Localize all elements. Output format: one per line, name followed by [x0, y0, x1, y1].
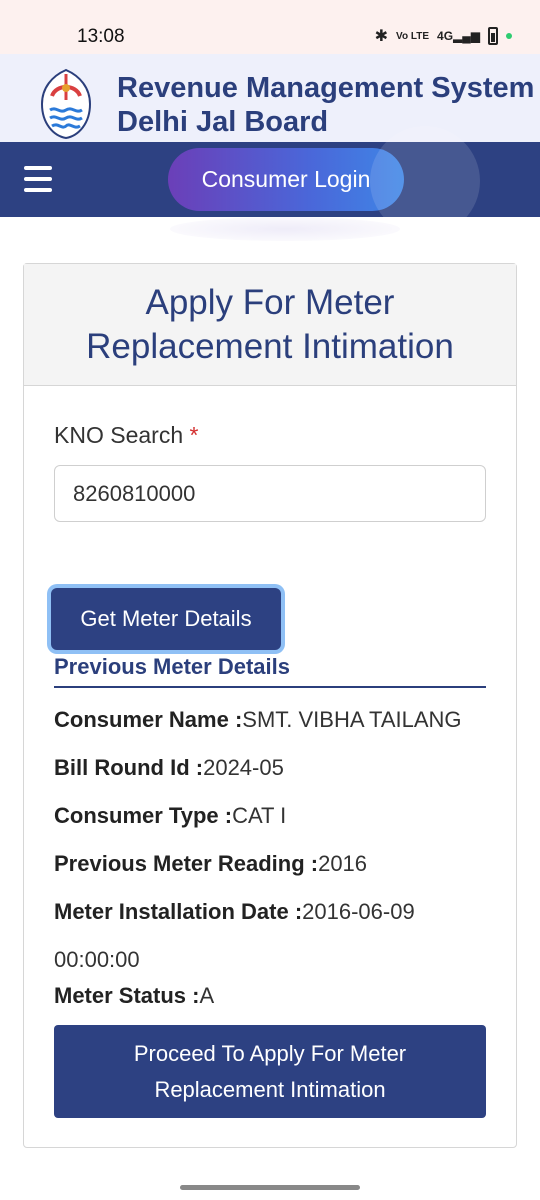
installation-date-row: Meter Installation Date :2016-06-09: [54, 899, 415, 925]
battery-icon: [488, 27, 498, 45]
installation-date-label: Meter Installation Date :: [54, 899, 303, 924]
bill-round-row: Bill Round Id :2024-05: [54, 755, 284, 781]
meter-status-label: Meter Status :: [54, 983, 200, 1008]
previous-reading-row: Previous Meter Reading :2016: [54, 851, 367, 877]
navbar: Consumer Login: [0, 126, 540, 236]
consumer-type-label: Consumer Type :: [54, 803, 233, 828]
ripple-highlight: [370, 126, 480, 236]
hamburger-menu-icon[interactable]: [24, 166, 52, 192]
meter-status-value: A: [199, 983, 215, 1008]
button-shadow: [170, 217, 400, 241]
network-type: 4G: [437, 29, 454, 43]
previous-meter-details-heading: Previous Meter Details: [54, 654, 486, 688]
bill-round-value: 2024-05: [203, 755, 284, 780]
status-icons: ✱ Vo LTE 4G▂▄▆: [375, 26, 512, 46]
home-indicator[interactable]: [180, 1185, 360, 1190]
meter-replacement-card: Apply For Meter Replacement Intimation K…: [23, 263, 517, 1148]
page-title-line2: Replacement Intimation: [86, 326, 454, 366]
status-bar: 13:08 ✱ Vo LTE 4G▂▄▆: [0, 0, 540, 54]
delhi-jal-board-logo: [40, 68, 92, 140]
bill-round-label: Bill Round Id :: [54, 755, 204, 780]
consumer-name-label: Consumer Name :: [54, 707, 243, 732]
proceed-line1: Proceed To Apply For Meter: [133, 1040, 407, 1066]
privacy-dot-icon: [506, 33, 512, 39]
previous-reading-label: Previous Meter Reading :: [54, 851, 319, 876]
previous-reading-value: 2016: [318, 851, 368, 876]
installation-time-value: 00:00:00: [54, 947, 140, 972]
kno-search-label: KNO Search *: [54, 422, 198, 449]
signal-icon: 4G▂▄▆: [437, 29, 480, 43]
kno-search-input[interactable]: 8260810000: [54, 465, 486, 522]
page-title-line1: Apply For Meter: [145, 282, 395, 322]
installation-date-value: 2016-06-09: [302, 899, 415, 924]
consumer-name-value: SMT. VIBHA TAILANG: [242, 707, 462, 732]
app-subtitle: Delhi Jal Board: [117, 106, 329, 138]
consumer-type-value: CAT I: [232, 803, 287, 828]
consumer-type-row: Consumer Type :CAT I: [54, 803, 286, 829]
consumer-login-button[interactable]: Consumer Login: [168, 148, 404, 211]
brand-header: Revenue Management System Delhi Jal Boar…: [0, 54, 540, 142]
page-title: Apply For Meter Replacement Intimation: [86, 281, 454, 369]
status-time: 13:08: [77, 26, 125, 47]
kno-label-text: KNO Search: [54, 422, 184, 448]
bluetooth-icon: ✱: [374, 28, 389, 45]
required-mark: *: [189, 422, 199, 448]
app-title: Revenue Management System: [117, 72, 535, 104]
card-header: Apply For Meter Replacement Intimation: [24, 264, 516, 386]
volte-icon: Vo LTE: [396, 30, 430, 42]
proceed-apply-button[interactable]: Proceed To Apply For Meter Replacement I…: [54, 1025, 486, 1118]
consumer-name-row: Consumer Name :SMT. VIBHA TAILANG: [54, 707, 462, 733]
meter-status-row: Meter Status :A: [54, 983, 214, 1009]
proceed-line2: Replacement Intimation: [154, 1076, 386, 1102]
get-meter-details-button[interactable]: Get Meter Details: [51, 588, 281, 650]
